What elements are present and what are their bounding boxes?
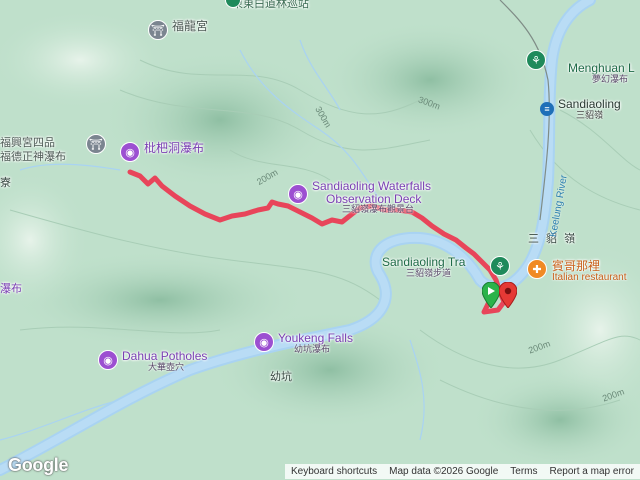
hiking-icon: ⚘ (531, 54, 541, 67)
poi-label: Menghuan L (568, 61, 635, 75)
keyboard-shortcuts-link[interactable]: Keyboard shortcuts (284, 463, 384, 479)
poi-label-zh: 幼坑瀑布 (294, 343, 331, 354)
poi-label: Sandiaoling (558, 97, 621, 111)
temple-icon: ⛩ (148, 20, 168, 40)
poi-restaurant[interactable]: ✚ (527, 259, 547, 279)
poi-menghuan[interactable]: ⚘ (526, 50, 546, 70)
poi-label: 福龍宮 (172, 19, 209, 33)
place-label-left-waterfall: 瀑布 (0, 283, 22, 295)
camera-icon: ◉ (120, 142, 140, 162)
place-label-youkeng: 幼坑 (270, 371, 292, 383)
poi-label-zh: 三貂嶺步道 (406, 267, 452, 278)
poi-sandiaoling-deck[interactable]: ◉ (288, 184, 308, 204)
map-footer: Keyboard shortcuts Map data ©2026 Google… (0, 462, 640, 480)
poi-label: Sandiaoling Waterfalls (312, 179, 431, 193)
food-icon: ✚ (532, 263, 542, 276)
poi-station-label: Sandiaoling 三貂嶺 (558, 98, 621, 120)
poi-label: Youkeng Falls (278, 331, 353, 345)
poi-deck-label: Sandiaoling Waterfalls Observation Deck … (312, 180, 431, 215)
poi-label-zh: 三貂嶺 (576, 109, 604, 120)
place-label-left: 寮 (0, 177, 11, 189)
train-station-icon[interactable]: ≡ (540, 102, 554, 116)
poi-sandiaoling-trail[interactable]: ⚘ (490, 256, 510, 276)
top-cut-label: 東東白道林巡站 (232, 0, 309, 10)
poi-trail-label: Sandiaoling Tra 三貂嶺步道 (382, 256, 465, 278)
poi-menghuan-label: Menghuan L 夢幻瀑布 (568, 62, 635, 84)
start-marker-icon[interactable] (482, 282, 500, 308)
map-data-credit: Map data ©2026 Google (383, 463, 505, 479)
poi-label: 枇杷洞瀑布 (144, 141, 205, 155)
poi-label: Sandiaoling Tra (382, 255, 466, 269)
terms-link[interactable]: Terms (504, 463, 544, 479)
end-marker-icon[interactable] (499, 282, 517, 308)
poi-dahua-potholes[interactable]: ◉ Dahua Potholes 大華壺穴 (98, 350, 207, 372)
poi-fuxing-sub: 福德正神瀑布 (0, 151, 66, 163)
hiking-icon: ⚘ (495, 260, 505, 273)
poi-fulong-temple[interactable]: ⛩ 福龍宮 (148, 20, 208, 40)
poi-label-zh: 三貂嶺瀑布觀景台 (342, 204, 415, 215)
poi-fuxing-temple[interactable]: ⛩ (86, 134, 106, 154)
poi-youkeng-falls[interactable]: ◉ Youkeng Falls 幼坑瀑布 (254, 332, 353, 354)
camera-icon: ◉ (288, 184, 308, 204)
poi-label-zh: Italian restaurant (552, 271, 627, 283)
temple-icon: ⛩ (86, 134, 106, 154)
poi-pipa-waterfall[interactable]: ◉ 枇杷洞瀑布 (120, 142, 204, 162)
report-error-link[interactable]: Report a map error (543, 463, 640, 479)
camera-icon: ◉ (98, 350, 118, 370)
map-canvas[interactable]: 東東白道林巡站 ⛩ 福龍宮 ⛩ 福興宮四品 福德正神瀑布 ◉ 枇杷洞瀑布 ◉ S… (0, 0, 640, 480)
camera-icon: ◉ (254, 332, 274, 352)
poi-restaurant-label: 賓哥那裡 Italian restaurant (552, 260, 627, 283)
poi-label-zh: 大華壺穴 (148, 361, 185, 372)
poi-label: Dahua Potholes (122, 349, 208, 363)
poi-label-zh: 夢幻瀑布 (592, 73, 629, 84)
poi-label: 賓哥那裡 (552, 259, 601, 273)
